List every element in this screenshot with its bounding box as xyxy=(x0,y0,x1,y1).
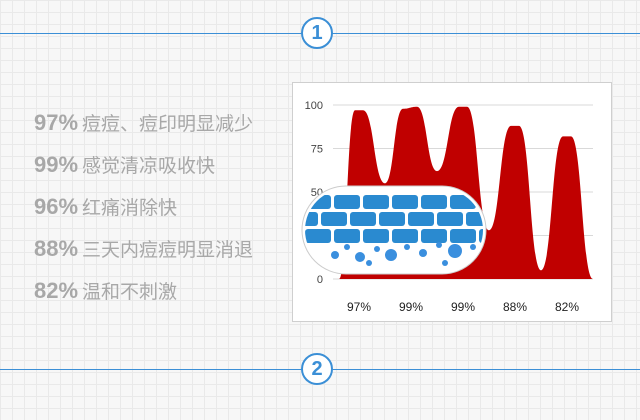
stat-percent: 99% xyxy=(34,152,79,177)
bubble xyxy=(331,251,339,259)
bubble xyxy=(366,260,372,266)
bubble xyxy=(344,244,350,250)
x-tick-label: 97% xyxy=(347,300,371,314)
stat-item: 97% 痘痘、痘印明显减少 xyxy=(34,108,253,150)
bubble xyxy=(448,244,462,258)
stat-percent: 97% xyxy=(34,110,79,135)
x-tick-label: 82% xyxy=(555,300,579,314)
stat-percent: 88% xyxy=(34,236,79,261)
bubble xyxy=(442,260,448,266)
bubble xyxy=(404,244,410,250)
brick xyxy=(293,195,302,209)
bubble xyxy=(374,246,380,252)
brick xyxy=(363,195,389,209)
stat-percent: 96% xyxy=(34,194,79,219)
stat-item: 96% 红痛消除快 xyxy=(34,192,253,234)
brick xyxy=(321,212,347,226)
x-tick-label: 88% xyxy=(503,300,527,314)
bubble xyxy=(385,249,397,261)
brick xyxy=(334,195,360,209)
bubble xyxy=(436,242,442,248)
step-1-badge: 1 xyxy=(301,17,333,49)
brick xyxy=(293,229,302,243)
brick xyxy=(379,212,405,226)
stat-label: 感觉清凉吸收快 xyxy=(82,155,216,177)
x-tick-label: 99% xyxy=(399,300,423,314)
y-tick-label: 100 xyxy=(305,100,323,112)
brick xyxy=(421,229,447,243)
brick xyxy=(437,212,463,226)
stat-item: 88% 三天内痘痘明显消退 xyxy=(34,234,253,276)
bubble xyxy=(470,244,476,250)
stat-label: 红痛消除快 xyxy=(82,197,178,219)
brick xyxy=(305,229,331,243)
brick xyxy=(408,212,434,226)
stat-label: 三天内痘痘明显消退 xyxy=(82,239,254,261)
step-2-badge: 2 xyxy=(301,353,333,385)
stat-label: 温和不刺激 xyxy=(82,281,178,303)
brick xyxy=(466,212,483,226)
brick xyxy=(421,195,447,209)
y-tick-label: 75 xyxy=(311,144,323,156)
stat-percent: 82% xyxy=(34,278,79,303)
brick xyxy=(392,195,418,209)
chart-panel: 025507510097%99%99%88%82% xyxy=(292,82,612,322)
stat-label: 痘痘、痘印明显减少 xyxy=(82,113,254,135)
stats-list: 97% 痘痘、痘印明显减少 99% 感觉清凉吸收快 96% 红痛消除快 88% 三天内痘… xyxy=(34,108,253,318)
stat-item: 99% 感觉清凉吸收快 xyxy=(34,150,253,192)
bubble xyxy=(355,252,365,262)
area-chart: 025507510097%99%99%88%82% xyxy=(293,100,593,314)
stat-item: 82% 温和不刺激 xyxy=(34,276,253,318)
y-tick-label: 0 xyxy=(317,274,323,286)
bubble xyxy=(419,249,427,257)
brick xyxy=(350,212,376,226)
brick xyxy=(392,229,418,243)
brick xyxy=(363,229,389,243)
brick xyxy=(450,229,476,243)
x-tick-label: 99% xyxy=(451,300,475,314)
brick xyxy=(334,229,360,243)
